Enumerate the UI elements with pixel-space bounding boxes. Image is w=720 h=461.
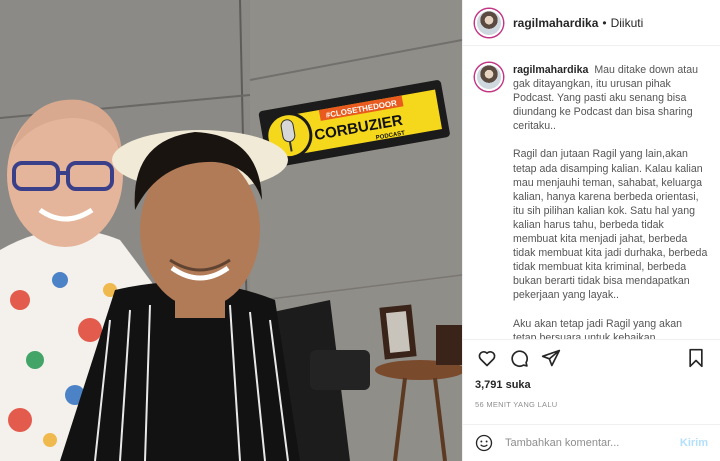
caption-text: ragilmahardika Mau ditake down atau gak … xyxy=(513,63,708,339)
follow-status-button[interactable]: Diikuti xyxy=(611,16,644,30)
like-button[interactable] xyxy=(475,346,499,370)
post-timestamp[interactable]: 56 MENIT YANG LALU xyxy=(475,400,558,409)
bookmark-icon xyxy=(689,348,703,368)
comment-input[interactable] xyxy=(505,437,680,449)
heart-icon xyxy=(478,350,496,367)
comment-form: Kirim xyxy=(463,424,720,461)
post-comment-button[interactable]: Kirim xyxy=(680,437,708,449)
comment-button[interactable] xyxy=(507,346,531,370)
paper-plane-icon xyxy=(541,349,561,367)
action-bar xyxy=(475,344,708,372)
username-link[interactable]: ragilmahardika xyxy=(513,16,598,30)
save-button[interactable] xyxy=(684,346,708,370)
caption-scroll-area[interactable]: ragilmahardika Mau ditake down atau gak … xyxy=(463,47,720,339)
smiley-icon[interactable] xyxy=(475,434,493,452)
photo-illustration: #CLOSETHEDOOR CORBUZIER PODCAST xyxy=(0,0,462,461)
post-sidebar: ragilmahardika • Diikuti ragilmahardika … xyxy=(462,0,720,461)
post-photo[interactable]: #CLOSETHEDOOR CORBUZIER PODCAST xyxy=(0,0,462,461)
caption-paragraph: Ragil dan jutaan Ragil yang lain,akan te… xyxy=(513,148,708,302)
post-header: ragilmahardika • Diikuti xyxy=(463,0,720,46)
avatar[interactable] xyxy=(475,8,503,37)
caption-avatar[interactable] xyxy=(475,63,503,91)
divider xyxy=(463,339,720,340)
comment-bubble-icon xyxy=(511,350,529,368)
caption-paragraph: Aku akan tetap jadi Ragil yang akan teta… xyxy=(513,317,683,340)
separator-dot: • xyxy=(602,15,607,30)
share-button[interactable] xyxy=(539,346,563,370)
caption-paragraph: ragilmahardika Mau ditake down atau gak … xyxy=(513,63,708,133)
caption-username-link[interactable]: ragilmahardika xyxy=(513,64,588,76)
like-count[interactable]: 3,791 suka xyxy=(475,379,531,391)
